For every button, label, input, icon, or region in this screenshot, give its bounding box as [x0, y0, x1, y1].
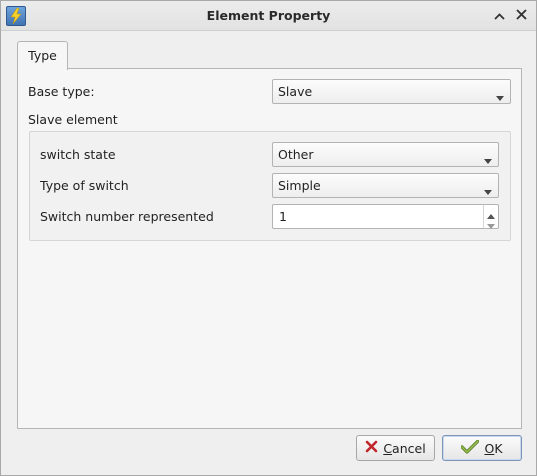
spin-buttons — [483, 205, 498, 229]
switch-state-combobox[interactable]: Other — [272, 142, 499, 167]
window-title: Element Property — [206, 8, 331, 23]
dialog-window: Element Property Type Base type: Slave S… — [0, 0, 537, 476]
switch-state-label: switch state — [40, 147, 116, 162]
base-type-combobox[interactable]: Slave — [272, 79, 511, 104]
cancel-button-label: Cancel — [383, 440, 426, 456]
dropdown-arrow-icon — [484, 152, 492, 167]
switch-number-label: Switch number represented — [40, 209, 214, 224]
dropdown-arrow-icon — [496, 89, 504, 104]
switch-number-spinbox[interactable]: 1 — [272, 204, 499, 229]
dropdown-arrow-icon — [484, 183, 492, 198]
base-type-label: Base type: — [28, 84, 95, 99]
type-of-switch-value: Simple — [278, 178, 321, 193]
ok-button-label: OK — [484, 440, 503, 456]
base-type-value: Slave — [278, 84, 313, 99]
spin-down-icon[interactable] — [487, 218, 495, 232]
tab-type[interactable]: Type — [17, 41, 68, 70]
close-icon — [515, 9, 527, 23]
minimize-button[interactable] — [490, 7, 508, 25]
title-bar[interactable]: Element Property — [1, 1, 536, 31]
type-of-switch-combobox[interactable]: Simple — [272, 173, 499, 198]
cancel-button[interactable]: Cancel — [356, 435, 435, 461]
green-check-icon — [460, 438, 481, 457]
chevron-up-icon — [493, 9, 505, 23]
ok-button[interactable]: OK — [442, 435, 522, 461]
close-button[interactable] — [512, 7, 530, 25]
switch-number-value[interactable]: 1 — [279, 209, 287, 224]
slave-element-label: Slave element — [28, 112, 118, 127]
switch-state-value: Other — [278, 147, 314, 162]
red-x-icon — [365, 440, 378, 456]
type-of-switch-label: Type of switch — [40, 178, 129, 193]
